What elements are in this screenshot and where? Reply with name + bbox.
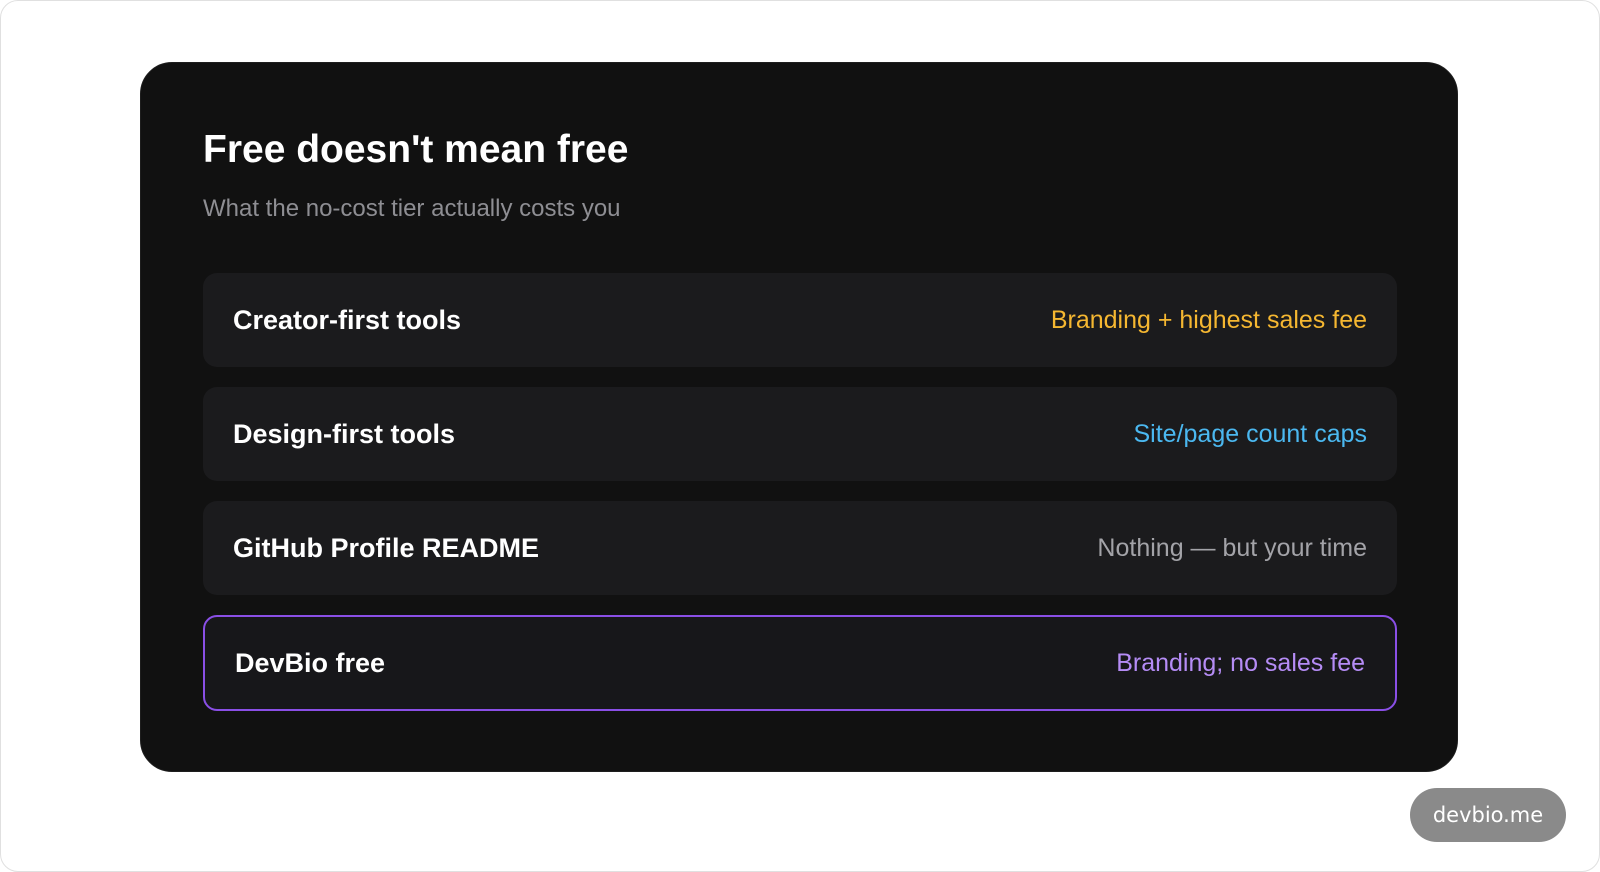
comparison-list: Creator-first tools Branding + highest s… — [203, 273, 1397, 731]
row-label: Creator-first tools — [233, 304, 462, 335]
row-label: GitHub Profile README — [233, 532, 540, 563]
row-value: Branding; no sales fee — [1116, 648, 1365, 677]
comparison-row-design-first: Design-first tools Site/page count caps — [203, 387, 1397, 481]
row-value: Branding + highest sales fee — [1050, 305, 1367, 334]
row-value: Nothing — but your time — [1097, 533, 1367, 562]
card-subtitle: What the no-cost tier actually costs you — [203, 195, 621, 222]
row-value: Site/page count caps — [1133, 419, 1368, 448]
row-label: DevBio free — [235, 647, 386, 678]
comparison-row-creator-first: Creator-first tools Branding + highest s… — [203, 273, 1397, 367]
comparison-row-github-readme: GitHub Profile README Nothing — but your… — [203, 501, 1397, 595]
row-label: Design-first tools — [233, 418, 456, 449]
card-title: Free doesn't mean free — [203, 128, 629, 171]
devbio-watermark-badge[interactable]: devbio.me — [1410, 788, 1566, 842]
comparison-card: Free doesn't mean free What the no-cost … — [140, 62, 1458, 772]
comparison-row-devbio-free: DevBio free Branding; no sales fee — [203, 615, 1397, 711]
